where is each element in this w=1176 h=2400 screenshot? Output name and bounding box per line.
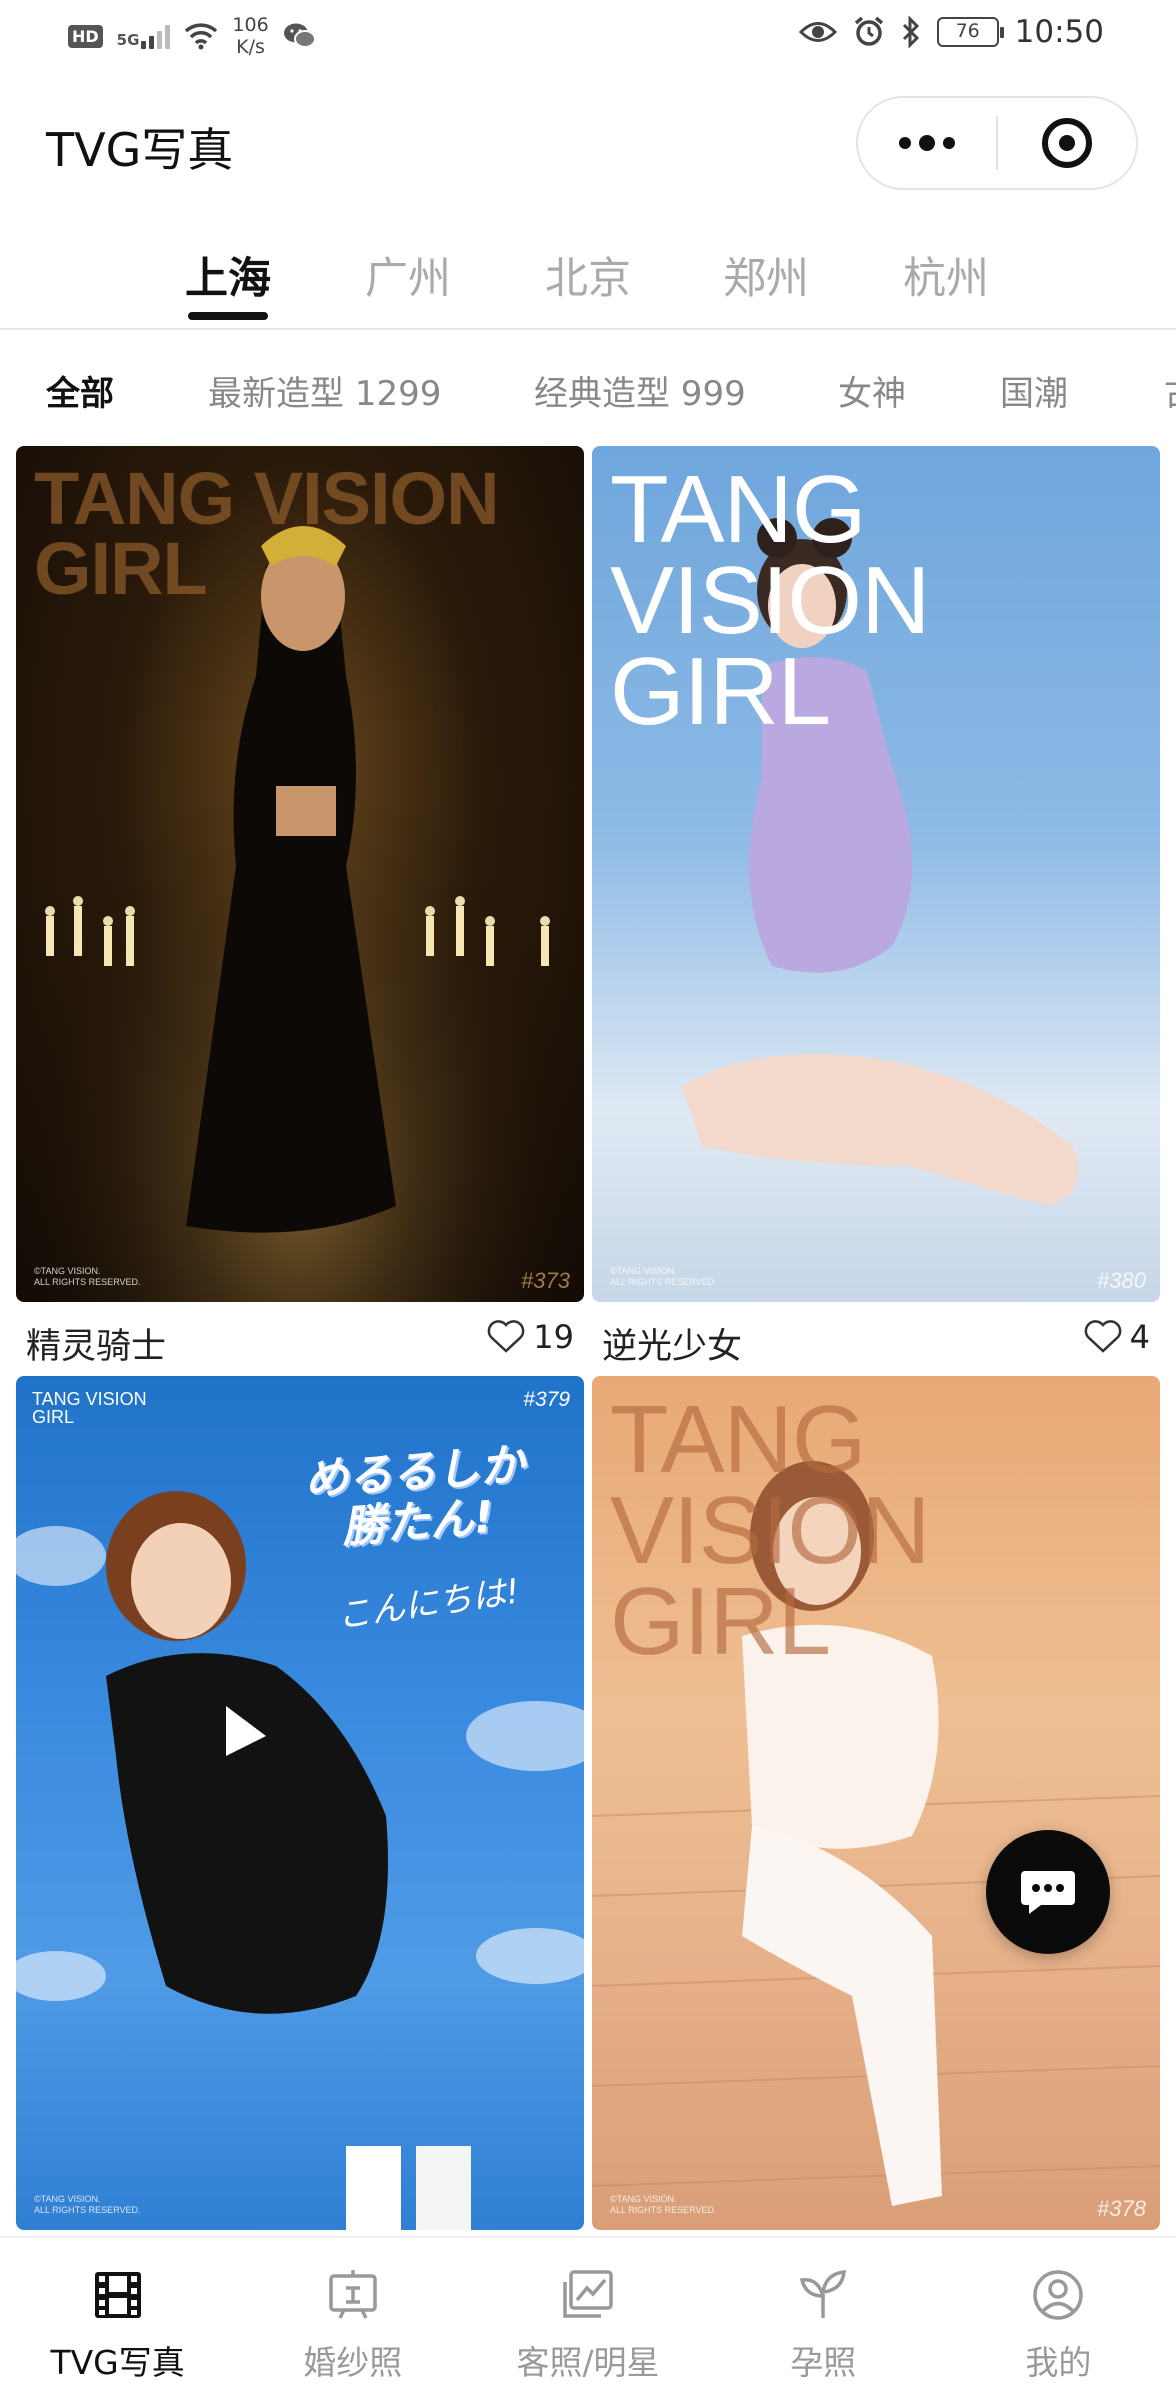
clock: 10:50 (1014, 14, 1104, 50)
watermark: TANG VISION GIRL (34, 457, 500, 611)
watermark: TANG VISION GIRL (610, 456, 930, 746)
copyright: ©TANG VISION. ALL RIGHTS RESERVED. (610, 1266, 717, 1287)
photo-number: #379 (523, 1388, 570, 1411)
sprout-icon (800, 2270, 847, 2318)
divider (0, 328, 1176, 330)
tab-city-shanghai[interactable]: 上海 (168, 244, 288, 306)
like-count: 4 (1129, 1318, 1150, 1356)
category-more[interactable]: 古 (1164, 366, 1176, 415)
city-tabs: 上海 广州 北京 郑州 杭州 (0, 232, 1176, 328)
photo-card[interactable]: TANG VISION GIRL #373 ©TANG VISION. ALL RI… (16, 446, 584, 1302)
active-tab-indicator (188, 312, 268, 320)
watermark: TANG VISION GIRL (32, 1389, 147, 1427)
copyright: ©TANG VISION. ALL RIGHTS RESERVED. (610, 2194, 717, 2215)
copyright: ©TANG VISION. ALL RIGHTS RESERVED. (34, 1266, 141, 1287)
net-speed: 106 K/s (232, 14, 269, 58)
gallery-icon (563, 2270, 613, 2318)
bluetooth-icon (902, 16, 919, 48)
photo-card[interactable]: TANG VISION GIRL #378 ©TANG VISION. ALL RI… (592, 1376, 1160, 2230)
tab-city-zhengzhou[interactable]: 郑州 (706, 244, 826, 306)
like-count: 19 (533, 1318, 574, 1356)
category-guochao[interactable]: 国潮 (1000, 366, 1068, 415)
nav-profile[interactable]: 我的 (941, 2238, 1176, 2400)
photo-number: #373 (521, 1268, 570, 1293)
card-meta: 精灵骑士 19 (16, 1306, 584, 1369)
film-icon (94, 2272, 141, 2318)
nav-wedding[interactable]: 婚纱照 (235, 2238, 470, 2400)
frame-icon (329, 2270, 377, 2319)
nav-maternity[interactable]: 孕照 (706, 2238, 941, 2400)
bottom-nav: TVG写真 婚纱照 客照/明星 孕照 我的 (0, 2236, 1176, 2400)
category-newest[interactable]: 最新造型 1299 (208, 366, 441, 415)
copyright: ©TANG VISION. ALL RIGHTS RESERVED. (34, 2194, 141, 2215)
category-classic[interactable]: 经典造型 999 (534, 366, 746, 415)
wifi-icon (185, 23, 218, 50)
status-bar: HD 5G 106 K/s 76 10:50 (0, 0, 1176, 72)
like-button[interactable]: 19 (487, 1318, 574, 1356)
card-meta: 逆光少女 4 (592, 1306, 1160, 1369)
photo-card[interactable]: TANG VISION GIRL #379 めるるしか 勝たん! こんにちは! ©T… (16, 1376, 584, 2230)
status-right: 76 10:50 (798, 14, 1104, 50)
nav-tvg[interactable]: TVG写真 (0, 2238, 235, 2400)
like-button[interactable]: 4 (1084, 1318, 1150, 1356)
photo-number: #378 (1097, 2196, 1146, 2221)
nav-client-star[interactable]: 客照/明星 (470, 2238, 705, 2400)
photo-card[interactable]: TANG VISION GIRL #380 ©TANG VISION. ALL RI… (592, 446, 1160, 1302)
signal-icon: 5G (117, 23, 171, 49)
nav-label: 我的 (1025, 2343, 1092, 2382)
more-icon (899, 135, 955, 151)
nav-label: 婚纱照 (303, 2343, 403, 2382)
close-miniprogram-button[interactable] (998, 98, 1136, 188)
page-title: TVG写真 (46, 123, 234, 177)
category-bar[interactable]: 全部 最新造型 1299 经典造型 999 女神 国潮 古 (0, 346, 1176, 432)
eye-icon (798, 22, 837, 42)
chat-button[interactable] (986, 1830, 1110, 1954)
nav-label: 客照/明星 (516, 2343, 660, 2382)
alarm-icon (854, 16, 883, 46)
chat-bubble-icon (1021, 1871, 1075, 1914)
heart-icon (487, 1320, 525, 1353)
nav-label: 孕照 (790, 2343, 857, 2382)
category-goddess[interactable]: 女神 (838, 366, 906, 415)
tab-city-guangzhou[interactable]: 广州 (348, 244, 468, 306)
handwriting-overlay: めるるしか 勝たん! (302, 1439, 526, 1554)
watermark: TANG VISION GIRL (610, 1386, 930, 1676)
nav-label: TVG写真 (50, 2343, 185, 2382)
user-icon (1033, 2270, 1084, 2320)
photo-number: #380 (1097, 1268, 1146, 1293)
heart-icon (1084, 1320, 1121, 1353)
title-bar: TVG写真 (0, 80, 1176, 210)
battery-icon: 76 (936, 17, 1004, 47)
card-title[interactable]: 精灵骑士 (26, 1318, 166, 1369)
card-title[interactable]: 逆光少女 (602, 1318, 742, 1369)
hd-badge: HD (68, 24, 103, 48)
wechat-icon (283, 23, 316, 48)
miniprogram-capsule (856, 96, 1138, 190)
more-button[interactable] (858, 98, 996, 188)
status-left: HD 5G 106 K/s (68, 14, 317, 58)
tab-city-beijing[interactable]: 北京 (528, 244, 648, 306)
network-type: 5G (116, 31, 140, 49)
target-icon (1042, 118, 1092, 168)
tab-city-hangzhou[interactable]: 杭州 (886, 244, 1006, 306)
category-all[interactable]: 全部 (46, 366, 114, 415)
